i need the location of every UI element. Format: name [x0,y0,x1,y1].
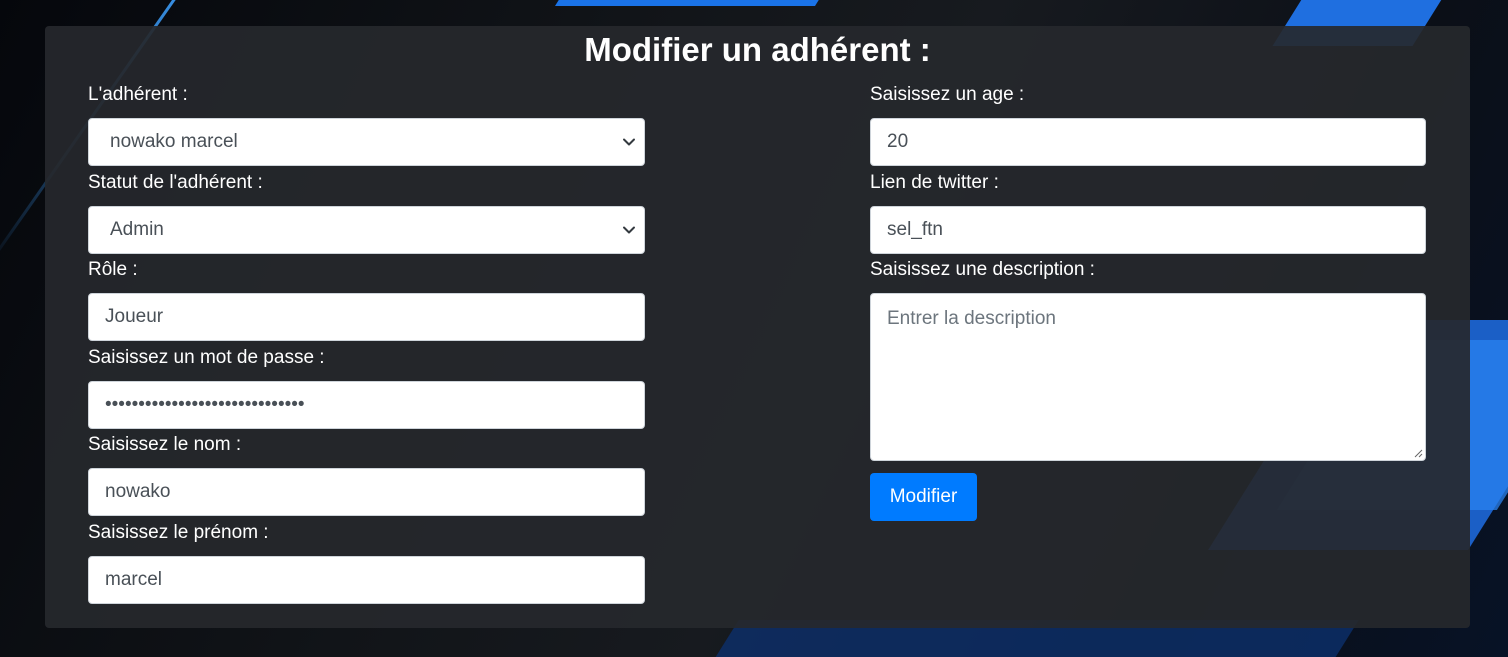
description-label: Saisissez une description : [870,259,1095,280]
age-input-value: 20 [887,131,909,152]
resize-grip-icon[interactable] [1413,448,1423,458]
chevron-down-icon [623,226,635,234]
firstname-input-value: marcel [105,569,163,590]
chevron-down-icon [623,138,635,146]
background-streak [555,0,825,6]
twitter-label: Lien de twitter : [870,172,999,193]
password-label: Saisissez un mot de passe : [88,347,325,368]
twitter-input[interactable]: sel_ftn [870,206,1426,254]
status-select[interactable]: Admin [88,206,645,254]
twitter-input-value: sel_ftn [887,219,943,240]
member-label: L'adhérent : [88,84,188,105]
role-label: Rôle : [88,259,138,280]
description-placeholder: Entrer la description [887,308,1056,329]
status-select-value: Admin [110,219,164,240]
modify-button[interactable]: Modifier [870,473,977,521]
member-select-value: nowako marcel [110,131,238,152]
password-input[interactable]: •••••••••••••••••••••••••••••• [88,381,645,429]
firstname-input[interactable]: marcel [88,556,645,604]
status-label: Statut de l'adhérent : [88,172,263,193]
member-select[interactable]: nowako marcel [88,118,645,166]
password-input-value: •••••••••••••••••••••••••••••• [105,394,305,415]
description-textarea[interactable]: Entrer la description [870,293,1426,461]
role-input-value: Joueur [105,306,164,327]
firstname-label: Saisissez le prénom : [88,522,269,543]
page-title: Modifier un adhérent : [584,31,931,68]
lastname-input-value: nowako [105,481,171,502]
lastname-label: Saisissez le nom : [88,434,242,455]
age-label: Saisissez un age : [870,84,1025,105]
age-input[interactable]: 20 [870,118,1426,166]
role-input[interactable]: Joueur [88,293,645,341]
lastname-input[interactable]: nowako [88,468,645,516]
